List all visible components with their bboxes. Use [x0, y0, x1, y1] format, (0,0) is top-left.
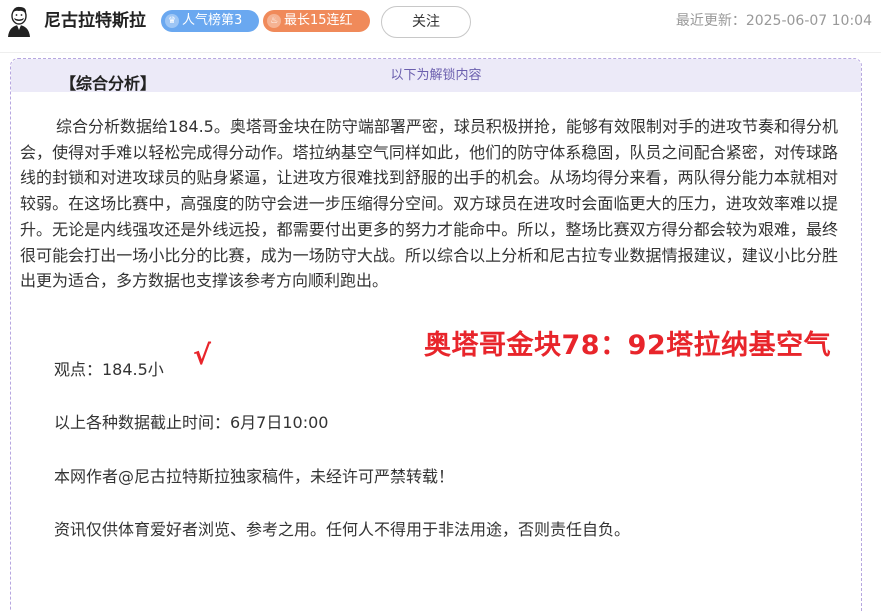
- last-updated-label: 最近更新：: [675, 13, 746, 29]
- flame-icon: ♨: [267, 14, 281, 28]
- win-streak-badge: ♨ 最长15连红: [263, 10, 370, 32]
- viewpoint-text: 观点：184.5小: [54, 360, 164, 379]
- follow-button[interactable]: 关注: [381, 6, 471, 38]
- last-updated: 最近更新：2025-06-07 10:04: [676, 12, 872, 30]
- section-title: 【综合分析】: [60, 74, 157, 93]
- last-updated-time: 2025-06-07 10:04: [745, 13, 872, 29]
- popularity-rank-badge: ♛ 人气榜第3: [161, 10, 259, 32]
- analysis-paragraph: 综合分析数据给184.5。奥塔哥金块在防守端部署严密，球员积极拼抢，能够有效限制…: [20, 117, 838, 291]
- author-name[interactable]: 尼古拉特斯拉: [44, 10, 146, 32]
- header-divider: [0, 52, 881, 53]
- predicted-score: 奥塔哥金块78：92塔拉纳基空气: [424, 330, 832, 361]
- author-header: 尼古拉特斯拉 ♛ 人气榜第3 ♨ 最长15连红 关注 最近更新：2025-06-…: [0, 0, 881, 44]
- win-streak-label: 最长15连红: [284, 13, 353, 28]
- popularity-rank-label: 人气榜第3: [182, 13, 243, 28]
- crown-icon: ♛: [165, 14, 179, 28]
- disclaimer-text: 资讯仅供体育爱好者浏览、参考之用。任何人不得用于非法用途，否则责任自负。: [54, 520, 631, 539]
- portrait-avatar-icon[interactable]: [4, 5, 34, 37]
- data-cutoff-text: 以上各种数据截止时间：6月7日10:00: [54, 413, 329, 432]
- copyright-notice: 本网作者@尼古拉特斯拉独家稿件，未经许可严禁转载！: [54, 467, 455, 486]
- check-mark: √: [193, 340, 212, 371]
